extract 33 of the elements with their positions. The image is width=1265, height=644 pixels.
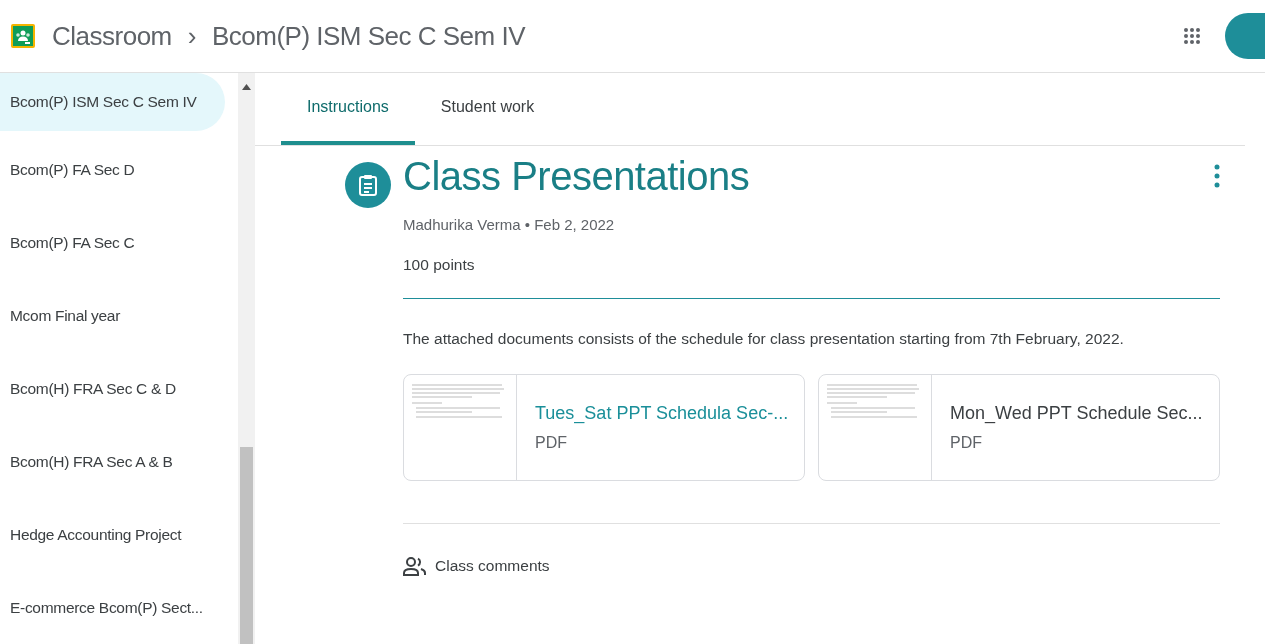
people-icon — [403, 555, 427, 576]
account-avatar[interactable] — [1225, 13, 1265, 59]
more-options-icon[interactable] — [1214, 164, 1220, 188]
file-type: PDF — [535, 433, 568, 453]
assignment-meta: Madhurika Verma • Feb 2, 2022 — [403, 215, 616, 235]
course-item[interactable]: Bcom(P) ISM Sec C Sem IV — [0, 73, 225, 131]
tab[interactable]: Instructions — [281, 73, 415, 145]
scrollbar[interactable] — [238, 73, 255, 644]
scrollbar-thumb[interactable] — [240, 447, 253, 644]
course-name: Bcom(P) ISM Sec C Sem IV — [211, 19, 525, 53]
course-item[interactable]: Hedge Accounting Project — [0, 498, 225, 571]
classroom-logo-icon — [10, 23, 36, 49]
attachment-title[interactable]: Mon_Wed PPT Schedule Sec... — [950, 400, 1203, 427]
file-type: PDF — [950, 433, 983, 453]
attachment-title[interactable]: Tues_Sat PPT Schedula Sec-... — [535, 400, 789, 427]
course-item[interactable]: Bcom(H) FRA Sec C & D — [0, 352, 225, 425]
assignment-points: 100 points — [403, 254, 476, 275]
course-item[interactable]: Bcom(P) FA Sec D — [0, 133, 225, 206]
tab[interactable]: Student work — [414, 73, 561, 145]
scroll-up-icon[interactable] — [242, 84, 251, 90]
attachment-card[interactable]: Mon_Wed PPT Schedule Sec... PDF — [818, 374, 1220, 481]
class-comments-label: Class comments — [435, 556, 550, 576]
attachment-card[interactable]: Tues_Sat PPT Schedula Sec-... PDF — [403, 374, 805, 481]
course-item[interactable]: Bcom(H) FRA Sec A & B — [0, 425, 225, 498]
breadcrumb-separator: › — [187, 19, 196, 53]
assignment-icon — [345, 162, 391, 208]
course-item[interactable]: E-commerce Bcom(P) Sect... — [0, 571, 225, 644]
course-item[interactable]: Bcom(P) FA Sec C — [0, 206, 225, 279]
assignment-description: The attached documents consists of the schedule for class presentation starting from 7th February, 2022. — [403, 328, 1125, 349]
assignment-title: Class Presentations — [403, 154, 750, 198]
course-item[interactable]: Mcom Final year — [0, 279, 225, 352]
app-name[interactable]: Classroom — [52, 16, 172, 56]
apps-grid-icon[interactable] — [1183, 27, 1201, 45]
